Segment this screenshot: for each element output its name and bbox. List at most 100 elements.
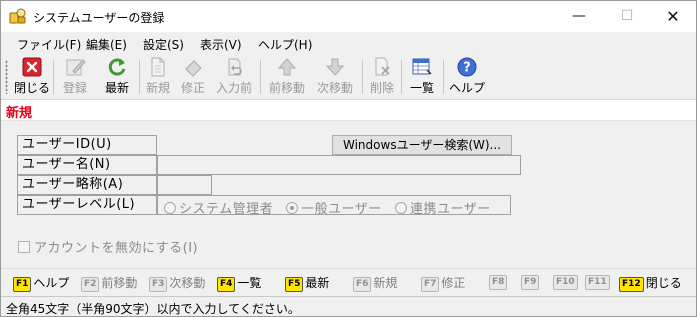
fkey-f6-new[interactable]: F6 新規	[353, 274, 397, 292]
status-bar: 全角45文字（半角90文字）以内で入力してください。	[1, 296, 696, 316]
radio-selected-icon	[286, 202, 298, 214]
close-button-label: 閉じる	[14, 81, 51, 95]
next-move-button[interactable]: 次移動	[314, 57, 356, 97]
modify-eraser-icon	[185, 60, 202, 77]
user-level-radio-group: システム管理者 一般ユーザー 連携ユーザー	[157, 195, 511, 217]
fkey-f12-close[interactable]: F12 閉じる	[619, 274, 682, 292]
help-button-label: ヘルプ	[449, 81, 486, 95]
radio-unselected-icon	[395, 202, 407, 214]
fkey-cap: F3	[149, 277, 168, 292]
maximize-button[interactable]: ☐	[604, 1, 650, 32]
list-button[interactable]: 一覧	[406, 57, 438, 97]
fkey-label: 新規	[373, 276, 398, 290]
menu-file[interactable]: ファイル(F)	[17, 36, 81, 53]
svg-text:?: ?	[463, 61, 471, 76]
user-abbr-field[interactable]	[157, 175, 212, 195]
user-abbr-label: ユーザー略称(A)	[17, 175, 157, 195]
disable-account-label: アカウントを無効にする(I)	[34, 241, 199, 256]
menu-edit[interactable]: 編集(E)	[86, 36, 127, 53]
fkey-f9[interactable]: F9	[521, 274, 541, 290]
fkey-f1-help[interactable]: F1 ヘルプ	[13, 274, 69, 292]
level-radio-general-label: 一般ユーザー	[301, 202, 382, 217]
close-red-x-icon	[22, 57, 42, 77]
fkey-label: 修正	[441, 276, 466, 290]
fkey-f8[interactable]: F8	[489, 274, 509, 290]
register-pencil-icon	[66, 59, 86, 76]
user-level-label: ユーザーレベル(L)	[17, 195, 157, 215]
fkey-f7-modify[interactable]: F7 修正	[421, 274, 465, 292]
list-table-icon	[412, 58, 432, 75]
fkey-cap: F2	[81, 277, 100, 292]
fkey-label: 閉じる	[645, 276, 682, 290]
new-button[interactable]: 新規	[143, 57, 173, 97]
fkey-f5-refresh[interactable]: F5 最新	[285, 274, 329, 292]
level-radio-linked-label: 連携ユーザー	[410, 202, 491, 217]
toolbar-separator	[139, 60, 140, 94]
close-button[interactable]: 閉じる	[14, 57, 50, 97]
input-prev-button[interactable]: 入力前	[214, 57, 254, 97]
toolbar-separator	[260, 60, 261, 94]
fkey-cap: F11	[585, 275, 610, 290]
modify-button-label: 修正	[180, 81, 205, 95]
title-bar: システムユーザーの登録 — ☐ ✕	[1, 1, 696, 32]
radio-unselected-icon	[164, 202, 176, 214]
undo-document-icon	[228, 58, 242, 76]
refresh-button[interactable]: 最新	[101, 57, 133, 97]
minimize-button[interactable]: —	[556, 1, 602, 32]
user-name-field[interactable]	[157, 155, 521, 175]
user-name-label: ユーザー名(N)	[17, 155, 157, 175]
register-button[interactable]: 登録	[59, 57, 91, 97]
fkey-cap: F7	[421, 277, 440, 292]
mode-indicator: 新規	[6, 106, 33, 121]
window-title: システムユーザーの登録	[33, 11, 165, 25]
fkey-cap: F8	[489, 275, 508, 290]
app-window: システムユーザーの登録 — ☐ ✕ ファイル(F) 編集(E) 設定(S) 表示…	[0, 0, 697, 317]
menu-help[interactable]: ヘルプ(H)	[258, 36, 312, 53]
checkbox-unchecked-icon	[18, 241, 30, 253]
menu-settings[interactable]: 設定(S)	[143, 36, 184, 53]
fkey-f10[interactable]: F10	[553, 274, 580, 290]
fkey-label: 一覧	[237, 276, 262, 290]
register-button-label: 登録	[62, 81, 87, 95]
new-button-label: 新規	[145, 81, 170, 95]
refresh-button-label: 最新	[104, 81, 129, 95]
disable-account-checkbox[interactable]: アカウントを無効にする(I)	[18, 237, 198, 256]
fkey-cap: F9	[521, 275, 540, 290]
toolbar-grip[interactable]	[5, 60, 8, 94]
fkey-cap: F1	[13, 277, 32, 292]
fkey-label: 最新	[305, 276, 330, 290]
function-key-bar: F1 ヘルプ F2 前移動 F3 次移動 F4 一覧 F5 最新 F6 新規 F7 修正 F8…	[1, 268, 696, 296]
toolbar-separator	[401, 60, 402, 94]
input-prev-button-label: 入力前	[215, 81, 252, 95]
prev-move-button[interactable]: 前移動	[266, 57, 308, 97]
arrow-down-icon	[325, 58, 345, 76]
fkey-f4-list[interactable]: F4 一覧	[217, 274, 261, 292]
windows-user-search-button[interactable]: Windowsユーザー検索(W)...	[332, 135, 512, 155]
toolbar-separator	[362, 60, 363, 94]
level-radio-admin[interactable]: システム管理者	[164, 198, 273, 217]
fkey-f2-prev[interactable]: F2 前移動	[81, 274, 137, 292]
fkey-f3-next[interactable]: F3 次移動	[149, 274, 205, 292]
level-radio-general[interactable]: 一般ユーザー	[286, 198, 382, 217]
fkey-label: ヘルプ	[33, 276, 70, 290]
window-close-button[interactable]: ✕	[650, 1, 696, 32]
fkey-cap: F4	[217, 277, 236, 292]
list-button-label: 一覧	[409, 81, 434, 95]
help-question-icon: ?	[457, 57, 477, 77]
menu-view[interactable]: 表示(V)	[200, 36, 242, 53]
fkey-cap: F12	[619, 277, 644, 292]
help-button[interactable]: ? ヘルプ	[449, 57, 485, 97]
modify-button[interactable]: 修正	[178, 57, 208, 97]
menu-bar: ファイル(F) 編集(E) 設定(S) 表示(V) ヘルプ(H)	[1, 32, 696, 54]
delete-document-icon	[375, 57, 390, 76]
toolbar-separator	[53, 60, 54, 94]
prev-move-button-label: 前移動	[268, 81, 305, 95]
mode-strip: 新規	[1, 100, 696, 121]
level-radio-admin-label: システム管理者	[179, 202, 274, 217]
level-radio-linked[interactable]: 連携ユーザー	[395, 198, 491, 217]
delete-button[interactable]: 削除	[367, 57, 397, 97]
toolbar: 閉じる 登録 最新 新規 修正 入力前 前移動 次移動 削除 一覧 ? ヘルプ	[1, 54, 696, 100]
fkey-f11[interactable]: F11	[585, 274, 612, 290]
app-logo-icon	[9, 8, 26, 24]
fkey-cap: F6	[353, 277, 372, 292]
